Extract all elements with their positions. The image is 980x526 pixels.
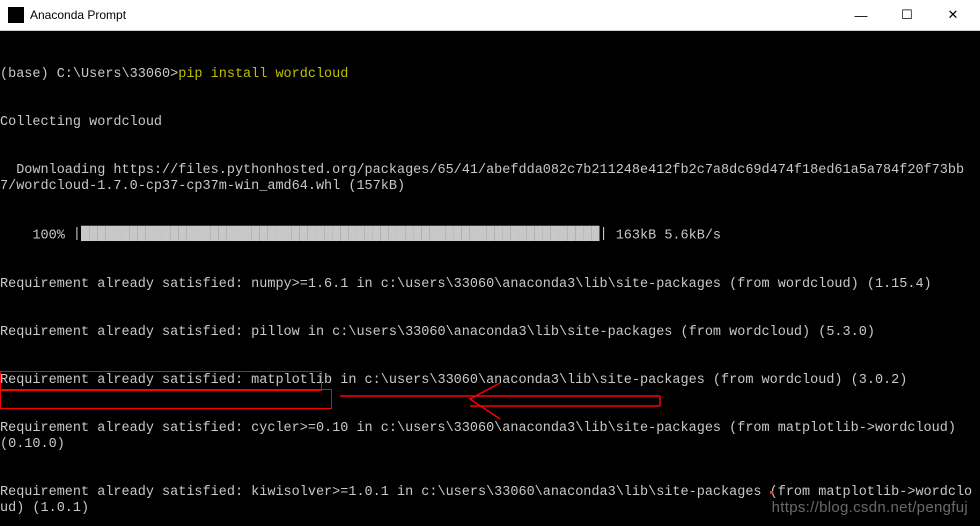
window-title: Anaconda Prompt bbox=[30, 8, 838, 22]
watermark-text: https://blog.csdn.net/pengfuj bbox=[772, 500, 968, 516]
output-line: Requirement already satisfied: pillow in… bbox=[0, 325, 980, 341]
progress-tail: 163kB 5.6kB/s bbox=[608, 229, 721, 244]
progress-line: 100% |██████████████████████████████████… bbox=[0, 227, 980, 245]
prompt-line: (base) C:\Users\33060>pip install wordcl… bbox=[0, 67, 980, 83]
minimize-button[interactable]: — bbox=[838, 0, 884, 30]
output-line: Collecting wordcloud bbox=[0, 115, 980, 131]
highlight-box bbox=[0, 389, 332, 409]
output-line: Requirement already satisfied: cycler>=0… bbox=[0, 421, 980, 453]
progress-pct: 100% bbox=[0, 229, 65, 244]
progress-bar: |███████████████████████████████████████… bbox=[73, 227, 608, 243]
window-controls: — ☐ ✕ bbox=[838, 0, 976, 30]
titlebar[interactable]: Anaconda Prompt — ☐ ✕ bbox=[0, 0, 980, 31]
output-line: Requirement already satisfied: numpy>=1.… bbox=[0, 277, 980, 293]
close-button[interactable]: ✕ bbox=[930, 0, 976, 30]
output-line: Downloading https://files.pythonhosted.o… bbox=[0, 163, 980, 195]
app-icon bbox=[8, 7, 24, 23]
maximize-button[interactable]: ☐ bbox=[884, 0, 930, 30]
prompt: (base) C:\Users\33060> bbox=[0, 67, 178, 82]
terminal-area[interactable]: (base) C:\Users\33060>pip install wordcl… bbox=[0, 31, 980, 526]
window: Anaconda Prompt — ☐ ✕ (base) C:\Users\33… bbox=[0, 0, 980, 526]
annotation-dot-icon bbox=[770, 491, 773, 494]
output-line: Requirement already satisfied: matplotli… bbox=[0, 373, 980, 389]
command-text: pip install wordcloud bbox=[178, 67, 348, 82]
